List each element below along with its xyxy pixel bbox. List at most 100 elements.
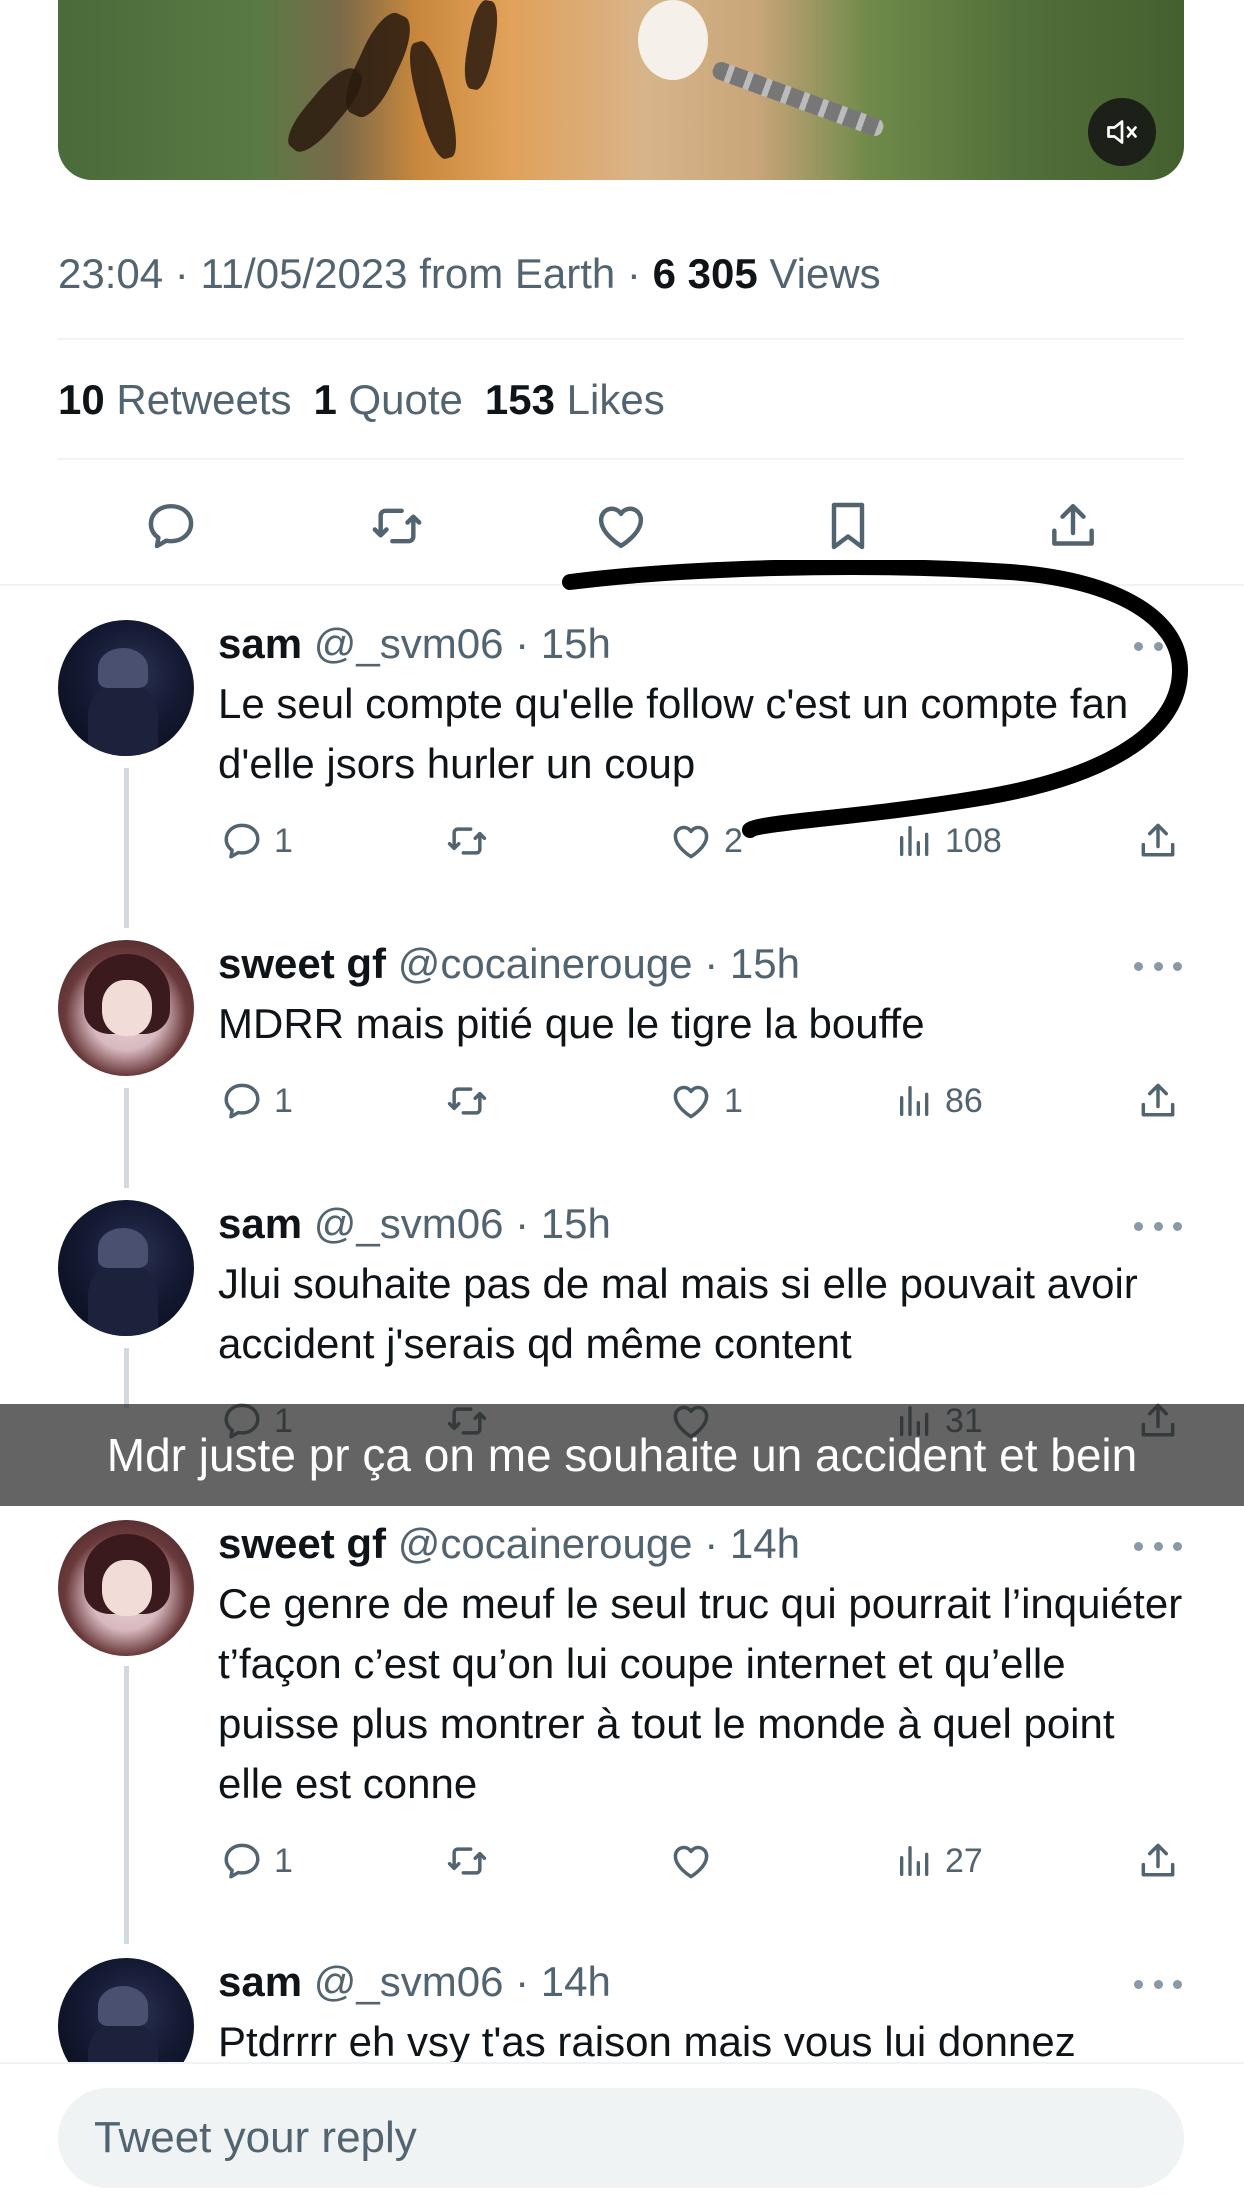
retweet-icon	[447, 1847, 487, 1875]
tweet-header: sam @_svm06 · 15h	[218, 1200, 611, 1247]
share-button[interactable]	[1037, 490, 1109, 562]
user-handle[interactable]: @cocainerouge	[398, 1520, 693, 1567]
divider	[0, 584, 1244, 586]
more-button[interactable]	[1134, 1216, 1182, 1236]
display-name[interactable]: sweet gf	[218, 1520, 386, 1567]
like-icon	[673, 825, 709, 859]
display-name[interactable]: sam	[218, 1200, 302, 1247]
tweet-age: 15h	[729, 940, 800, 987]
views-icon	[900, 1846, 929, 1876]
tweet-header: sam @_svm06 · 15h	[218, 620, 611, 667]
user-handle[interactable]: @_svm06	[314, 1200, 504, 1247]
tweet-text: Ce genre de meuf le seul truc qui pourra…	[218, 1580, 1183, 1807]
reply-input[interactable]: Tweet your reply	[58, 2088, 1184, 2188]
like-button[interactable]	[668, 1836, 714, 1886]
tweet-time: 23:04	[58, 250, 164, 297]
like-button[interactable]: 2	[668, 816, 743, 866]
tweet-actions: 1 2 108	[0, 816, 1244, 866]
display-name[interactable]: sam	[218, 1958, 302, 2005]
retweets-stat[interactable]: 10 Retweets	[58, 376, 291, 423]
views-count: 6 305	[652, 250, 758, 297]
tweet-text: Le seul compte qu'elle follow c'est un c…	[218, 680, 1129, 787]
share-button[interactable]	[1136, 816, 1180, 866]
likes-stat[interactable]: 153 Likes	[485, 376, 665, 423]
avatar[interactable]	[58, 940, 194, 1076]
share-icon	[1141, 823, 1175, 857]
reply-button[interactable]	[135, 490, 207, 562]
retweet-button[interactable]	[443, 1076, 491, 1126]
tweet-source: from Earth	[419, 250, 616, 297]
tweet-age: 15h	[540, 620, 611, 667]
share-button[interactable]	[1136, 1836, 1180, 1886]
views-button[interactable]: 108	[895, 816, 1002, 866]
reply-count: 1	[274, 821, 293, 860]
share-button[interactable]	[1136, 1076, 1180, 1126]
more-button[interactable]	[1134, 956, 1182, 976]
avatar[interactable]	[58, 620, 194, 756]
video-frame-detail	[710, 59, 886, 139]
tweet-header: sweet gf @cocainerouge · 15h	[218, 940, 800, 987]
like-button[interactable]: 1	[668, 1076, 743, 1126]
reply-icon	[224, 1843, 260, 1879]
user-handle[interactable]: @_svm06	[314, 620, 504, 667]
more-button[interactable]	[1134, 1974, 1182, 1994]
avatar[interactable]	[58, 1520, 194, 1656]
like-icon	[673, 1085, 709, 1119]
more-icon	[1134, 1979, 1143, 1989]
user-handle[interactable]: @cocainerouge	[398, 940, 693, 987]
views-label: Views	[769, 250, 881, 297]
reply-icon	[224, 1083, 260, 1119]
tweet-action-bar	[0, 490, 1244, 562]
tweet-header: sam @_svm06 · 14h	[218, 1958, 611, 2005]
video-frame-detail	[460, 0, 502, 92]
more-button[interactable]	[1134, 636, 1182, 656]
retweet-button[interactable]	[443, 816, 491, 866]
divider	[58, 458, 1184, 460]
bookmark-button[interactable]	[812, 490, 884, 562]
reply-count: 1	[274, 1841, 293, 1880]
tweet-actions: 1 1 86	[0, 1076, 1244, 1126]
more-icon	[1134, 641, 1143, 651]
tweet-text: MDRR mais pitié que le tigre la bouffe	[218, 1000, 925, 1047]
more-icon	[1134, 1541, 1143, 1551]
user-handle[interactable]: @_svm06	[314, 1958, 504, 2005]
video-frame-detail	[638, 0, 708, 80]
display-name[interactable]: sweet gf	[218, 940, 386, 987]
reply-tweet[interactable]: sam @_svm06 · 14h Ptdrrrr eh vsy t'as ra…	[0, 1958, 1244, 2062]
tweet-text: Ptdrrrr eh vsy t'as raison mais vous lui…	[218, 2018, 1076, 2062]
tweet-timestamp-line: 23:04 · 11/05/2023 from Earth · 6 305 Vi…	[58, 250, 881, 297]
engagement-stats: 10 Retweets 1 Quote 153 Likes	[58, 376, 665, 424]
more-icon	[1134, 1221, 1143, 1231]
share-icon	[1141, 1083, 1175, 1117]
reply-icon	[224, 823, 260, 859]
tweet-video[interactable]	[58, 0, 1184, 180]
tweet-age: 14h	[729, 1520, 800, 1567]
more-icon	[1134, 961, 1143, 971]
avatar[interactable]	[58, 1200, 194, 1336]
more-button[interactable]	[1134, 1536, 1182, 1556]
snap-caption: Mdr juste pr ça on me souhaite un accide…	[0, 1404, 1244, 1506]
reply-count: 1	[274, 1081, 293, 1120]
tweet-age: 14h	[540, 1958, 611, 2005]
reply-button[interactable]: 1	[220, 1836, 293, 1886]
mute-button[interactable]	[1088, 98, 1156, 166]
views-button[interactable]: 27	[895, 1836, 983, 1886]
reply-button[interactable]: 1	[220, 816, 293, 866]
divider	[58, 338, 1184, 340]
views-button[interactable]: 86	[895, 1076, 983, 1126]
retweet-button[interactable]	[361, 490, 433, 562]
display-name[interactable]: sam	[218, 620, 302, 667]
tweet-header: sweet gf @cocainerouge · 14h	[218, 1520, 800, 1567]
avatar[interactable]	[58, 1958, 194, 2062]
retweet-button[interactable]	[443, 1836, 491, 1886]
bookmark-icon	[831, 502, 865, 550]
views-icon	[900, 1086, 929, 1116]
video-frame-detail	[402, 38, 464, 162]
like-count: 2	[724, 821, 743, 860]
like-button[interactable]	[585, 490, 657, 562]
quotes-stat[interactable]: 1 Quote	[313, 376, 462, 423]
reply-button[interactable]: 1	[220, 1076, 293, 1126]
like-icon	[598, 506, 644, 549]
share-icon	[1052, 503, 1094, 546]
tweet-actions: 1 27	[0, 1836, 1244, 1886]
